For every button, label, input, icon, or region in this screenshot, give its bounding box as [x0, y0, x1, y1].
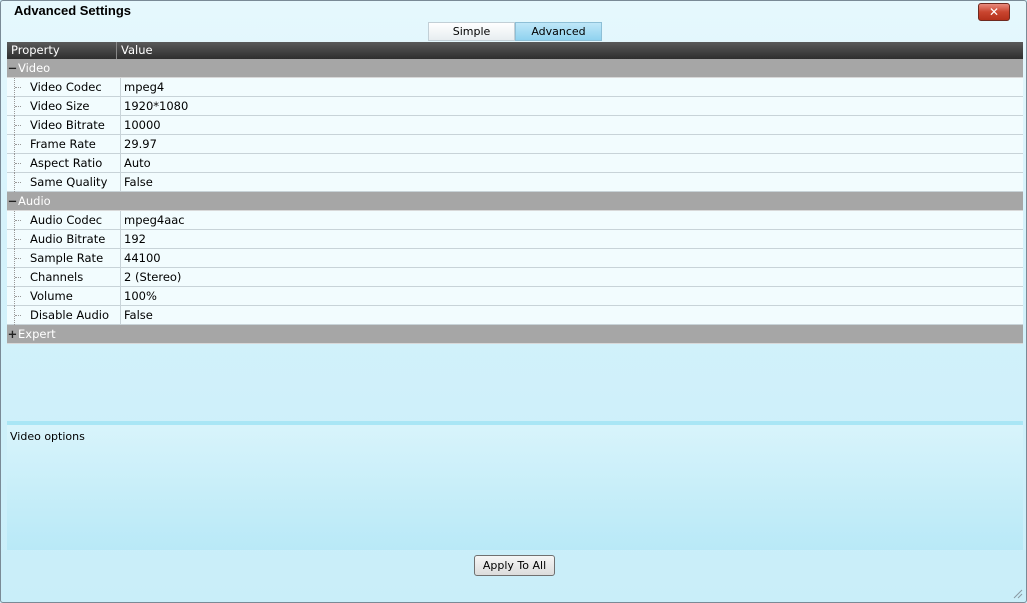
category-expert[interactable]: +Expert	[7, 325, 1023, 344]
property-name: Same Quality	[30, 175, 108, 189]
property-name: Video Bitrate	[30, 118, 105, 132]
property-row[interactable]: Video Codec mpeg4	[7, 78, 1023, 97]
property-name-cell: Audio Bitrate	[7, 230, 121, 249]
property-value[interactable]: mpeg4aac	[121, 211, 185, 229]
property-value[interactable]: 1920*1080	[121, 97, 188, 115]
property-value[interactable]: 100%	[121, 287, 157, 305]
property-value[interactable]: 192	[121, 230, 146, 248]
category-label: Expert	[18, 327, 56, 341]
property-name-cell: Video Bitrate	[7, 116, 121, 135]
tab-simple[interactable]: Simple	[428, 22, 515, 41]
column-header-property[interactable]: Property	[7, 42, 117, 59]
tree-line-icon	[14, 78, 22, 97]
property-row[interactable]: Same Quality False	[7, 173, 1023, 192]
description-text: Video options	[10, 430, 85, 443]
property-name: Audio Bitrate	[30, 232, 106, 246]
property-row[interactable]: Sample Rate 44100	[7, 249, 1023, 268]
close-button[interactable]: ✕	[978, 3, 1010, 21]
property-name-cell: Aspect Ratio	[7, 154, 121, 173]
tree-line-icon	[14, 211, 22, 230]
property-value[interactable]: 29.97	[121, 135, 157, 153]
resize-grip-icon[interactable]	[1011, 587, 1023, 599]
close-icon: ✕	[988, 5, 1000, 19]
category-label: Audio	[18, 194, 51, 208]
property-name: Video Codec	[30, 80, 102, 94]
property-name: Channels	[30, 270, 84, 284]
property-name: Frame Rate	[30, 137, 96, 151]
property-name: Volume	[30, 289, 73, 303]
tree-line-icon	[14, 268, 22, 287]
property-name-cell: Same Quality	[7, 173, 121, 192]
tree-line-icon	[14, 287, 22, 306]
property-row[interactable]: Aspect Ratio Auto	[7, 154, 1023, 173]
advanced-settings-window: Advanced Settings ✕ Simple Advanced Prop…	[0, 0, 1027, 603]
collapse-icon[interactable]: −	[7, 59, 18, 77]
column-header-value[interactable]: Value	[117, 42, 153, 59]
property-row[interactable]: Video Size 1920*1080	[7, 97, 1023, 116]
property-value[interactable]: Auto	[121, 154, 151, 172]
tree-line-icon	[14, 135, 22, 154]
property-value[interactable]: 10000	[121, 116, 161, 134]
property-name: Audio Codec	[30, 213, 103, 227]
property-grid: Property Value −Video Video Codec mpeg4 V…	[7, 42, 1023, 344]
apply-to-all-button[interactable]: Apply To All	[474, 555, 555, 576]
property-name-cell: Video Codec	[7, 78, 121, 97]
property-row[interactable]: Channels 2 (Stereo)	[7, 268, 1023, 287]
tab-advanced[interactable]: Advanced	[515, 22, 602, 41]
property-name: Aspect Ratio	[30, 156, 103, 170]
property-row[interactable]: Volume 100%	[7, 287, 1023, 306]
property-name-cell: Channels	[7, 268, 121, 287]
property-name-cell: Frame Rate	[7, 135, 121, 154]
grid-header: Property Value	[7, 42, 1023, 59]
expand-icon[interactable]: +	[7, 325, 18, 343]
property-name: Disable Audio	[30, 308, 110, 322]
property-value[interactable]: mpeg4	[121, 78, 164, 96]
property-name: Sample Rate	[30, 251, 104, 265]
property-row[interactable]: Disable Audio False	[7, 306, 1023, 325]
property-name: Video Size	[30, 99, 90, 113]
tree-line-icon	[14, 249, 22, 268]
property-value[interactable]: 2 (Stereo)	[121, 268, 181, 286]
collapse-icon[interactable]: −	[7, 192, 18, 210]
property-value[interactable]: 44100	[121, 249, 161, 267]
category-audio[interactable]: −Audio	[7, 192, 1023, 211]
property-row[interactable]: Audio Codec mpeg4aac	[7, 211, 1023, 230]
tree-line-icon	[14, 306, 22, 325]
property-value[interactable]: False	[121, 306, 153, 324]
property-name-cell: Video Size	[7, 97, 121, 116]
tree-line-icon	[14, 173, 22, 192]
tree-line-icon	[14, 230, 22, 249]
window-title: Advanced Settings	[14, 3, 132, 18]
property-row[interactable]: Frame Rate 29.97	[7, 135, 1023, 154]
property-row[interactable]: Video Bitrate 10000	[7, 116, 1023, 135]
tree-line-icon	[14, 154, 22, 173]
property-name-cell: Volume	[7, 287, 121, 306]
mode-tabs: Simple Advanced	[428, 22, 602, 41]
property-name-cell: Disable Audio	[7, 306, 121, 325]
tree-line-icon	[14, 97, 22, 116]
tree-line-icon	[14, 116, 22, 135]
category-video[interactable]: −Video	[7, 59, 1023, 78]
category-label: Video	[18, 61, 51, 75]
property-name-cell: Sample Rate	[7, 249, 121, 268]
property-row[interactable]: Audio Bitrate 192	[7, 230, 1023, 249]
description-panel: Video options	[7, 425, 1023, 550]
property-name-cell: Audio Codec	[7, 211, 121, 230]
property-value[interactable]: False	[121, 173, 153, 191]
